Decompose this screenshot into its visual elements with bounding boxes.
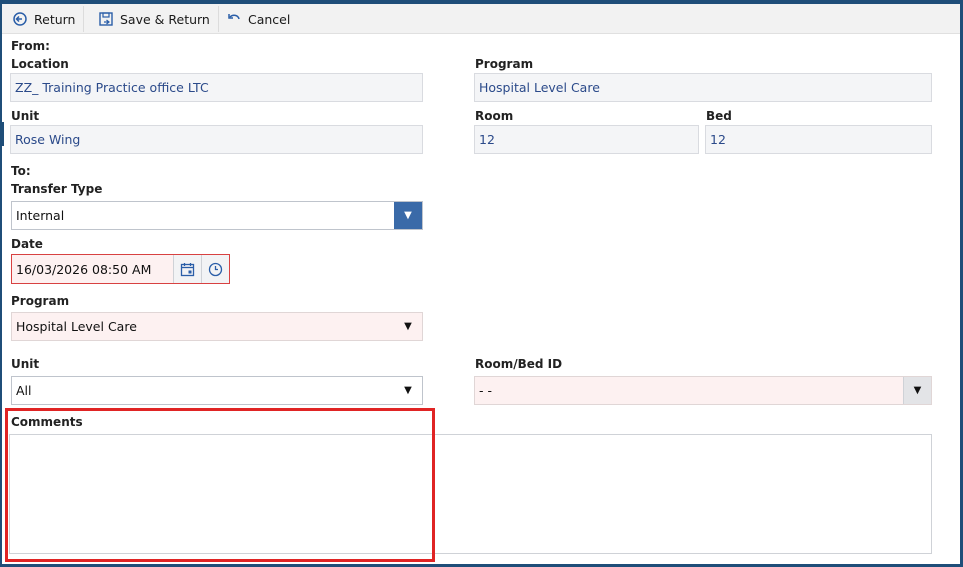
to-program-select[interactable]: Hospital Level Care ▼	[11, 312, 423, 341]
to-unit-value: All	[16, 383, 32, 398]
date-label: Date	[11, 237, 43, 251]
calendar-button[interactable]	[173, 255, 201, 283]
save-icon	[99, 12, 113, 26]
chevron-down-icon[interactable]: ▼	[394, 377, 422, 404]
transfer-type-select[interactable]: Internal ▼	[11, 201, 423, 230]
transfer-form: Return Save & Return Cancel From: Locati…	[2, 4, 960, 564]
transfer-type-value: Internal	[16, 208, 65, 223]
to-program-value: Hospital Level Care	[16, 319, 137, 334]
to-heading: To:	[11, 164, 31, 178]
cancel-button[interactable]: Cancel	[218, 6, 298, 32]
to-unit-label: Unit	[11, 357, 40, 371]
calendar-icon	[180, 262, 195, 276]
from-program-label: Program	[475, 57, 534, 71]
from-unit-label: Unit	[11, 109, 40, 123]
from-heading: From:	[11, 39, 50, 53]
transfer-type-label: Transfer Type	[11, 182, 103, 196]
room-bed-label: Room/Bed ID	[475, 357, 563, 371]
chevron-down-icon[interactable]: ▼	[903, 377, 931, 404]
from-bed-value: 12	[705, 125, 932, 154]
toolbar: Return Save & Return Cancel	[2, 4, 960, 34]
to-unit-select[interactable]: All ▼	[11, 376, 423, 405]
side-marker	[2, 122, 4, 146]
date-field: 16/03/2026 08:50 AM	[11, 254, 230, 284]
from-room-label: Room	[475, 109, 514, 123]
from-bed-label: Bed	[706, 109, 732, 123]
time-button[interactable]	[201, 255, 229, 283]
save-return-label: Save & Return	[120, 11, 210, 27]
room-bed-value: - -	[479, 383, 492, 398]
return-icon	[13, 12, 27, 26]
from-location-value: ZZ_ Training Practice office LTC	[10, 73, 423, 102]
return-label: Return	[34, 11, 76, 27]
date-input[interactable]: 16/03/2026 08:50 AM	[12, 255, 173, 283]
cancel-label: Cancel	[248, 11, 291, 27]
undo-icon	[228, 14, 240, 20]
clock-icon	[208, 262, 223, 276]
from-location-label: Location	[11, 57, 69, 71]
from-unit-value: Rose Wing	[10, 125, 423, 154]
comments-highlight-box	[5, 408, 435, 562]
from-room-value: 12	[474, 125, 699, 154]
save-return-button[interactable]: Save & Return	[90, 6, 219, 32]
from-program-value: Hospital Level Care	[474, 73, 932, 102]
chevron-down-icon[interactable]: ▼	[394, 202, 422, 229]
to-program-label: Program	[11, 294, 70, 308]
room-bed-select[interactable]: - - ▼	[474, 376, 932, 405]
chevron-down-icon[interactable]: ▼	[394, 313, 422, 340]
return-button[interactable]: Return	[4, 6, 85, 32]
